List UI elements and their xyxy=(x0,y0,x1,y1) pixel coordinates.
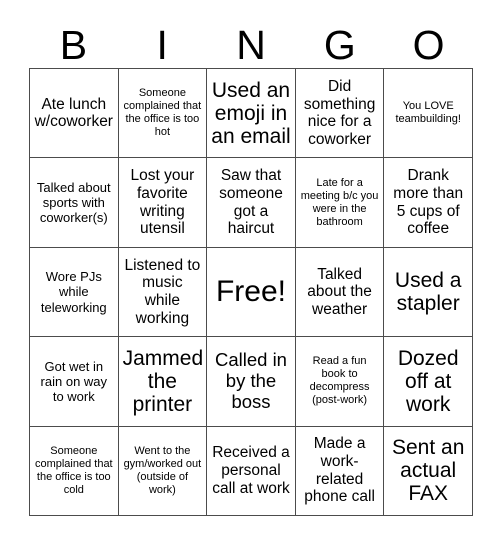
bingo-cell-label: Received a personal call at work xyxy=(212,444,290,497)
bingo-cell-label: Someone complained that the office is to… xyxy=(34,444,113,496)
bingo-header-letter-i: I xyxy=(156,21,168,68)
bingo-cell-label: Wore PJs while teleworking xyxy=(40,269,107,315)
bingo-cell[interactable]: Someone complained that the office is to… xyxy=(118,69,208,159)
bingo-cell-label: Free! xyxy=(215,275,286,309)
bingo-cell-label: Went to the gym/worked out (outside of w… xyxy=(123,444,202,496)
bingo-cell[interactable]: You LOVE teambuilding! xyxy=(384,69,473,159)
bingo-header-row: B I N G O xyxy=(29,22,473,68)
bingo-cell-label: Made a work-related phone call xyxy=(304,435,375,506)
bingo-header-letter-o: O xyxy=(412,21,445,68)
bingo-cell-label: Saw that someone got a haircut xyxy=(219,167,283,238)
bingo-grid: Ate lunch w/coworker Someone complained t… xyxy=(29,68,473,516)
bingo-cell-label: Someone complained that the office is to… xyxy=(123,87,202,139)
bingo-cell[interactable]: Dozed off at work xyxy=(384,337,473,427)
bingo-cell[interactable]: Drank more than 5 cups of coffee xyxy=(384,158,473,248)
bingo-cell[interactable]: Went to the gym/worked out (outside of w… xyxy=(118,426,208,516)
bingo-cell[interactable]: Did something nice for a coworker xyxy=(295,69,385,159)
bingo-cell[interactable]: Wore PJs while teleworking xyxy=(30,247,119,338)
bingo-card: B I N G O Ate lunch w/coworker Someone co… xyxy=(0,0,500,544)
bingo-cell[interactable]: Used an emoji in an email xyxy=(207,69,296,159)
bingo-cell-label: Read a fun book to decompress (post-work… xyxy=(309,355,370,407)
bingo-cell-label: Sent an actual FAX xyxy=(391,436,465,506)
bingo-cell-label: Talked about sports with coworker(s) xyxy=(36,179,111,226)
bingo-cell[interactable]: Lost your favorite writing utensil xyxy=(118,158,208,248)
bingo-cell[interactable]: Late for a meeting b/c you were in the b… xyxy=(295,158,385,248)
bingo-cell[interactable]: Received a personal call at work xyxy=(207,426,296,516)
bingo-cell-label: Lost your favorite writing utensil xyxy=(130,167,195,238)
bingo-cell[interactable]: Sent an actual FAX xyxy=(384,426,473,516)
bingo-cell-label: Dozed off at work xyxy=(397,346,459,416)
bingo-cell[interactable]: Talked about sports with coworker(s) xyxy=(30,158,119,248)
bingo-cell-label: Listened to music while working xyxy=(124,256,201,327)
bingo-cell[interactable]: Talked about the weather xyxy=(295,247,385,338)
bingo-header-letter-g: G xyxy=(323,21,356,68)
bingo-free-space[interactable]: Free! xyxy=(207,247,296,338)
bingo-cell[interactable]: Ate lunch w/coworker xyxy=(30,69,119,159)
bingo-cell-label: Jammed the printer xyxy=(122,346,204,416)
bingo-cell[interactable]: Read a fun book to decompress (post-work… xyxy=(295,337,385,427)
bingo-header-letter-b: B xyxy=(59,21,88,68)
bingo-cell[interactable]: Jammed the printer xyxy=(118,337,208,427)
bingo-cell[interactable]: Someone complained that the office is to… xyxy=(30,426,119,516)
bingo-cell[interactable]: Called in by the boss xyxy=(207,337,296,427)
bingo-cell-label: Used an emoji in an email xyxy=(211,78,291,148)
bingo-cell-label: Used a stapler xyxy=(394,268,462,315)
bingo-cell-label: Drank more than 5 cups of coffee xyxy=(393,167,464,238)
bingo-cell-label: Late for a meeting b/c you were in the b… xyxy=(300,176,379,228)
bingo-cell[interactable]: Listened to music while working xyxy=(118,247,208,338)
bingo-header-letter-n: N xyxy=(236,21,266,68)
bingo-cell-label: You LOVE teambuilding! xyxy=(395,100,461,126)
bingo-cell[interactable]: Made a work-related phone call xyxy=(295,426,385,516)
bingo-cell-label: Did something nice for a coworker xyxy=(303,77,376,148)
bingo-cell-label: Talked about the weather xyxy=(307,265,372,318)
bingo-cell[interactable]: Used a stapler xyxy=(384,247,473,338)
bingo-cell-label: Called in by the boss xyxy=(214,349,287,412)
bingo-cell[interactable]: Saw that someone got a haircut xyxy=(207,158,296,248)
bingo-cell[interactable]: Got wet in rain on way to work xyxy=(30,337,119,427)
bingo-cell-label: Got wet in rain on way to work xyxy=(40,358,108,404)
bingo-cell-label: Ate lunch w/coworker xyxy=(34,95,113,131)
